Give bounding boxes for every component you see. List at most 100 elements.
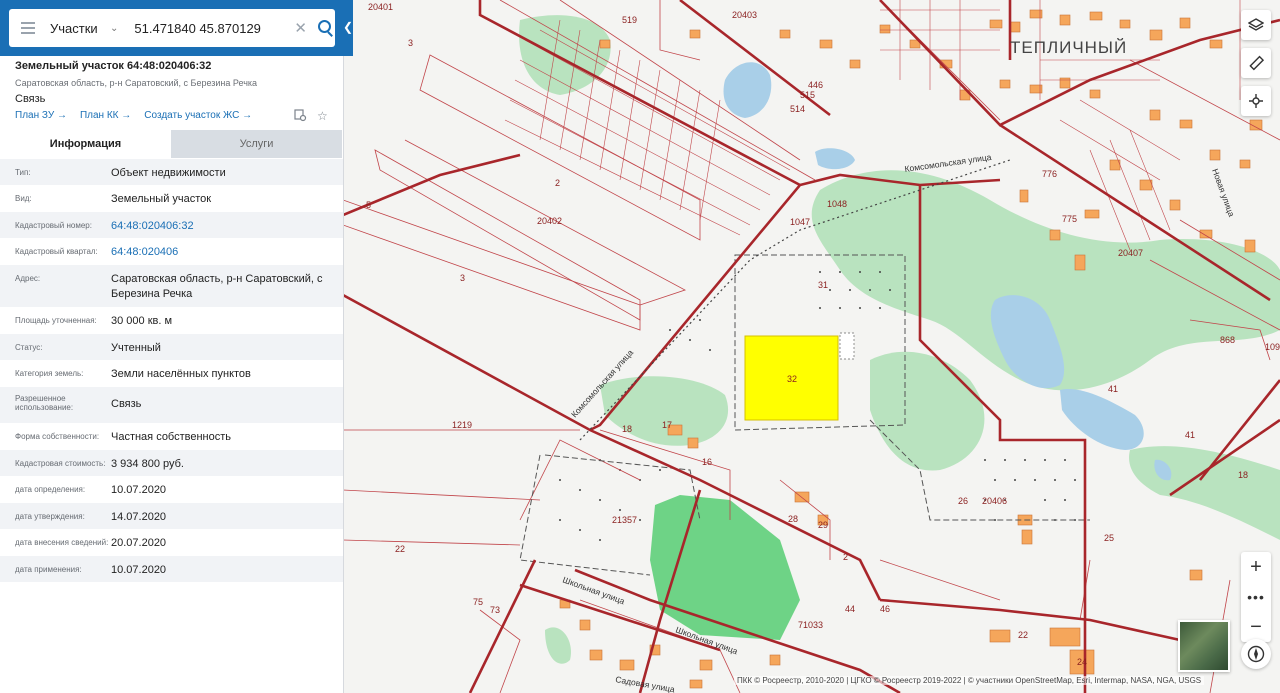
- measure-button[interactable]: [1241, 48, 1271, 78]
- row-value: 30 000 кв. м: [111, 315, 173, 327]
- table-row: дата внесения сведений: 20.07.2020: [0, 529, 343, 556]
- table-row: дата определения: 10.07.2020: [0, 476, 343, 503]
- svg-text:2: 2: [555, 178, 560, 188]
- row-value: Земельный участок: [111, 193, 212, 205]
- object-actions: ☆: [294, 109, 328, 125]
- table-row: дата утверждения: 14.07.2020: [0, 503, 343, 529]
- svg-text:1099: 1099: [1265, 342, 1280, 352]
- svg-text:17: 17: [662, 420, 672, 430]
- search-bar: Участки ⌄ ✕ ❮: [0, 0, 353, 56]
- tab-bar: Информация Услуги: [0, 130, 343, 158]
- row-key: дата внесения сведений:: [15, 538, 109, 547]
- svg-text:46: 46: [880, 604, 890, 614]
- row-value: 3 934 800 руб.: [111, 458, 184, 470]
- table-row: Кадастровый номер: 64:48:020406:32: [0, 212, 343, 238]
- svg-text:Комсомольская улица: Комсомольская улица: [904, 152, 992, 174]
- svg-text:Новая улица: Новая улица: [1210, 167, 1237, 218]
- svg-text:775: 775: [1062, 214, 1077, 224]
- layers-icon: [1248, 18, 1264, 31]
- row-key: дата определения:: [15, 485, 86, 494]
- table-row: Категория земель: Земли населённых пункто…: [0, 360, 343, 387]
- row-value: Земли населённых пунктов: [111, 368, 251, 380]
- row-value: Учтенный: [111, 342, 161, 354]
- map-canvas[interactable]: 20401 20403 3 2 20402 3 5 1219 1047 1048…: [343, 0, 1280, 693]
- svg-text:18: 18: [1238, 470, 1248, 480]
- table-row: дата применения: 10.07.2020: [0, 556, 343, 582]
- svg-text:519: 519: [622, 15, 637, 25]
- row-key: Вид:: [15, 194, 32, 203]
- info-table: Тип: Объект недвижимости Вид: Земельный уч…: [0, 159, 343, 582]
- tab-info[interactable]: Информация: [0, 130, 171, 158]
- chevron-down-icon[interactable]: ⌄: [110, 23, 118, 34]
- row-key: Статус:: [15, 343, 43, 352]
- basemap-switcher[interactable]: [1178, 620, 1230, 672]
- more-button[interactable]: •••: [1241, 582, 1271, 612]
- crosshair-icon: [1249, 94, 1263, 108]
- svg-text:32: 32: [787, 374, 797, 384]
- svg-text:28: 28: [788, 514, 798, 524]
- zoom-out-button[interactable]: −: [1241, 612, 1271, 642]
- link-plan-kk-label: План КК: [79, 110, 119, 121]
- link-create-zs[interactable]: Создать участок ЖС →: [144, 110, 252, 121]
- map-attribution: ПКК © Росреестр, 2010-2020 | ЦГКО © Роср…: [734, 676, 1205, 685]
- row-key: Кадастровый квартал:: [15, 247, 98, 256]
- svg-text:73: 73: [490, 605, 500, 615]
- zoom-controls: + ••• −: [1241, 552, 1271, 642]
- table-row: Форма собственности: Частная собственност…: [0, 423, 343, 450]
- svg-text:22: 22: [1018, 630, 1028, 640]
- favorite-star-icon[interactable]: ☆: [317, 109, 328, 125]
- row-key: дата применения:: [15, 565, 82, 574]
- zoom-to-object-icon[interactable]: [294, 109, 307, 125]
- cadastral-quarter-link[interactable]: 64:48:020406: [111, 238, 343, 260]
- layers-button[interactable]: [1241, 10, 1271, 40]
- row-key: Форма собственности:: [15, 432, 100, 441]
- svg-text:20403: 20403: [732, 10, 757, 20]
- label-20401: 20401: [368, 2, 393, 12]
- row-key: Разрешенное использование:: [15, 394, 74, 412]
- info-panel: Участки ⌄ ✕ ❮ Земельный участок 64:48:02…: [0, 0, 353, 693]
- row-value: 10.07.2020: [111, 484, 167, 496]
- locate-button[interactable]: [1241, 86, 1271, 116]
- svg-text:20406: 20406: [982, 496, 1007, 506]
- svg-text:5: 5: [366, 200, 371, 210]
- svg-text:26: 26: [958, 496, 968, 506]
- clear-icon[interactable]: ✕: [294, 19, 307, 37]
- zoom-in-button[interactable]: +: [1241, 552, 1271, 582]
- svg-text:1219: 1219: [452, 420, 472, 430]
- locality-label: ТЕПЛИЧНЫЙ: [1010, 38, 1128, 57]
- cadastral-map[interactable]: 20401 20403 3 2 20402 3 5 1219 1047 1048…: [343, 0, 1280, 693]
- link-create-zs-label: Создать участок ЖС: [144, 110, 240, 121]
- svg-text:514: 514: [790, 104, 805, 114]
- search-icon[interactable]: [315, 18, 335, 38]
- tab-services[interactable]: Услуги: [171, 130, 342, 158]
- link-plan-kk[interactable]: План КК →: [80, 110, 131, 121]
- ruler-icon: [1249, 55, 1264, 71]
- svg-text:1047: 1047: [790, 217, 810, 227]
- search-mode-select[interactable]: Участки: [50, 21, 108, 36]
- svg-text:75: 75: [473, 597, 483, 607]
- svg-text:3: 3: [460, 273, 465, 283]
- object-purpose: Связь: [15, 93, 46, 105]
- compass-button[interactable]: [1241, 639, 1271, 669]
- row-value: Саратовская область, р-н Саратовский, с …: [111, 273, 323, 300]
- row-value: 14.07.2020: [111, 511, 167, 523]
- object-links: План ЗУ → План КК → Создать участок ЖС →: [15, 110, 252, 121]
- menu-icon[interactable]: [21, 19, 35, 37]
- search-input[interactable]: [132, 19, 287, 37]
- svg-text:71033: 71033: [798, 620, 823, 630]
- svg-text:20402: 20402: [537, 216, 562, 226]
- table-row: Разрешенное использование: Связь: [0, 387, 343, 423]
- svg-text:25: 25: [1104, 533, 1114, 543]
- table-row: Кадастровый квартал: 64:48:020406: [0, 238, 343, 265]
- svg-text:22: 22: [395, 544, 405, 554]
- svg-text:1048: 1048: [827, 199, 847, 209]
- link-plan-zu[interactable]: План ЗУ →: [15, 110, 67, 121]
- svg-text:21357: 21357: [612, 515, 637, 525]
- collapse-panel-icon[interactable]: ❮: [343, 12, 353, 42]
- cadastral-number-link[interactable]: 64:48:020406:32: [111, 212, 343, 234]
- table-row: Тип: Объект недвижимости: [0, 159, 343, 185]
- object-title: Земельный участок 64:48:020406:32: [15, 60, 212, 72]
- svg-text:16: 16: [702, 457, 712, 467]
- svg-text:3: 3: [408, 38, 413, 48]
- svg-text:41: 41: [1185, 430, 1195, 440]
